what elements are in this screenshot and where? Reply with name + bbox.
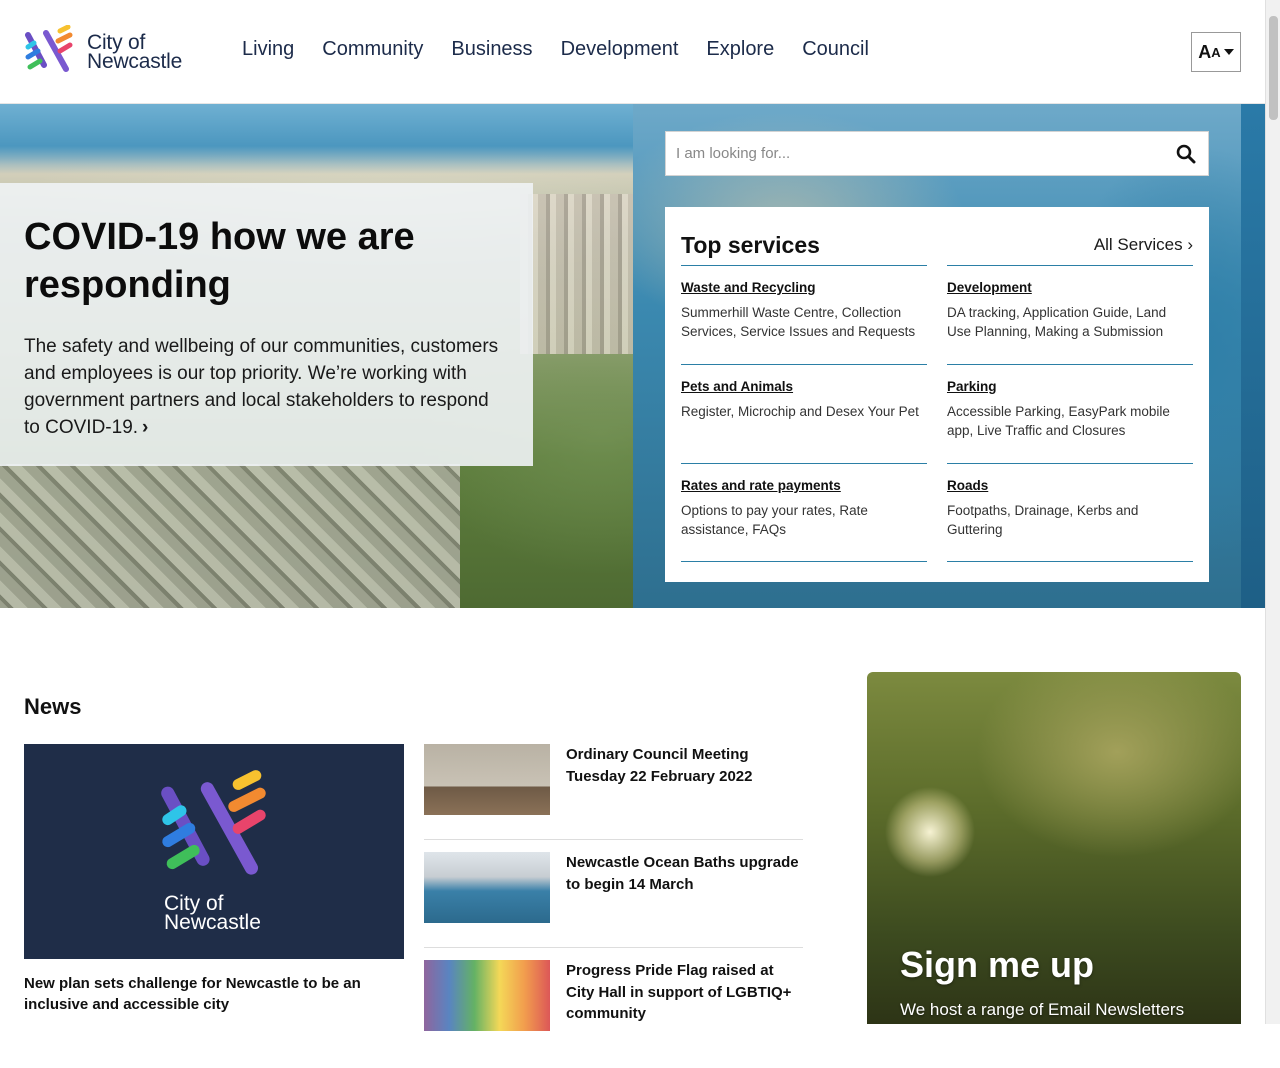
services-grid: Waste and Recycling Summerhill Waste Cen… bbox=[681, 265, 1193, 562]
hero-banner: COVID-19 how we are responding The safet… bbox=[0, 104, 1265, 608]
chevron-right-icon: › bbox=[142, 417, 149, 438]
search-box bbox=[665, 131, 1209, 176]
main-nav: Living Community Business Development Ex… bbox=[242, 38, 897, 61]
covid-title: COVID-19 how we are responding bbox=[24, 216, 415, 306]
service-desc: DA tracking, Application Guide, Land Use… bbox=[947, 305, 1167, 339]
page-scrollbar[interactable] bbox=[1265, 0, 1280, 1024]
all-services-link[interactable]: All Services › bbox=[1094, 235, 1193, 255]
service-link-roads[interactable]: Roads bbox=[947, 478, 1193, 493]
feature-logo-line-2: Newcastle bbox=[164, 911, 261, 934]
news-headline: Progress Pride Flag raised at City Hall … bbox=[566, 962, 792, 1022]
site-header: City of Newcastle Living Community Busin… bbox=[0, 0, 1265, 104]
hero-city-buildings bbox=[520, 194, 650, 354]
news-heading: News bbox=[24, 694, 82, 719]
feature-news-caption[interactable]: New plan sets challenge for Newcastle to… bbox=[24, 973, 404, 1015]
news-thumbnail bbox=[424, 744, 550, 815]
service-item: Waste and Recycling Summerhill Waste Cen… bbox=[681, 265, 927, 364]
service-desc: Footpaths, Drainage, Kerbs and Guttering bbox=[947, 503, 1139, 537]
service-desc: Options to pay your rates, Rate assistan… bbox=[681, 503, 868, 537]
signup-text: We host a range of Email Newsletters bbox=[900, 1000, 1185, 1019]
service-desc: Register, Microchip and Desex Your Pet bbox=[681, 404, 919, 419]
news-list-item[interactable]: Ordinary Council Meeting Tuesday 22 Febr… bbox=[424, 744, 803, 840]
service-link-pets[interactable]: Pets and Animals bbox=[681, 379, 927, 394]
text-size-big-a: A bbox=[1198, 41, 1212, 62]
logo-text: City of Newcastle bbox=[87, 32, 183, 73]
service-link-waste[interactable]: Waste and Recycling bbox=[681, 280, 927, 295]
feature-news-image[interactable]: City of Newcastle bbox=[24, 744, 404, 959]
service-item: Rates and rate payments Options to pay y… bbox=[681, 463, 927, 562]
covid-text: The safety and wellbeing of our communit… bbox=[24, 333, 509, 441]
news-thumbnail bbox=[424, 852, 550, 923]
service-link-development[interactable]: Development bbox=[947, 280, 1193, 295]
feature-logo-text: City of Newcastle bbox=[164, 893, 261, 934]
service-item: Development DA tracking, Application Gui… bbox=[947, 265, 1193, 364]
covid-panel[interactable]: COVID-19 how we are responding The safet… bbox=[0, 183, 533, 466]
city-of-newcastle-logo[interactable]: City of Newcastle bbox=[24, 25, 199, 75]
nav-council[interactable]: Council bbox=[802, 38, 869, 61]
news-list-item[interactable]: Newcastle Ocean Baths upgrade to begin 1… bbox=[424, 852, 803, 948]
nav-business[interactable]: Business bbox=[451, 38, 532, 61]
search-input[interactable] bbox=[666, 132, 1156, 175]
hero-coast-edge bbox=[1241, 104, 1265, 608]
newcastle-logo-icon bbox=[25, 25, 73, 72]
logo-line-2: Newcastle bbox=[87, 50, 183, 73]
service-link-rates[interactable]: Rates and rate payments bbox=[681, 478, 927, 493]
signup-card[interactable]: Sign me up We host a range of Email News… bbox=[867, 672, 1241, 1024]
newcastle-logo-icon bbox=[161, 770, 266, 875]
service-link-parking[interactable]: Parking bbox=[947, 379, 1193, 394]
top-services-title: Top services bbox=[681, 231, 820, 258]
scrollbar-thumb[interactable] bbox=[1269, 16, 1278, 120]
text-size-button[interactable]: AA bbox=[1191, 32, 1241, 72]
hero-houses bbox=[0, 464, 460, 608]
news-headline: Newcastle Ocean Baths upgrade to begin 1… bbox=[566, 854, 799, 893]
news-headline: Ordinary Council Meeting Tuesday 22 Febr… bbox=[566, 746, 753, 785]
nav-development[interactable]: Development bbox=[561, 38, 679, 61]
nav-living[interactable]: Living bbox=[242, 38, 294, 61]
news-thumbnail bbox=[424, 960, 550, 1031]
service-desc: Summerhill Waste Centre, Collection Serv… bbox=[681, 305, 916, 339]
service-desc: Accessible Parking, EasyPark mobile app,… bbox=[947, 404, 1170, 438]
service-item: Roads Footpaths, Drainage, Kerbs and Gut… bbox=[947, 463, 1193, 562]
search-icon[interactable] bbox=[1176, 144, 1196, 164]
caret-down-icon bbox=[1223, 49, 1234, 55]
nav-community[interactable]: Community bbox=[322, 38, 423, 61]
signup-title: Sign me up bbox=[900, 944, 1095, 985]
news-list: Ordinary Council Meeting Tuesday 22 Febr… bbox=[424, 744, 803, 1068]
nav-explore[interactable]: Explore bbox=[706, 38, 774, 61]
top-services-header: Top services All Services › bbox=[681, 225, 1193, 265]
text-size-small-a: A bbox=[1211, 44, 1221, 60]
covid-text-body: The safety and wellbeing of our communit… bbox=[24, 336, 499, 438]
top-services-panel: Top services All Services › Waste and Re… bbox=[665, 207, 1209, 582]
news-list-item[interactable]: Progress Pride Flag raised at City Hall … bbox=[424, 960, 803, 1056]
service-item: Parking Accessible Parking, EasyPark mob… bbox=[947, 364, 1193, 463]
service-item: Pets and Animals Register, Microchip and… bbox=[681, 364, 927, 463]
